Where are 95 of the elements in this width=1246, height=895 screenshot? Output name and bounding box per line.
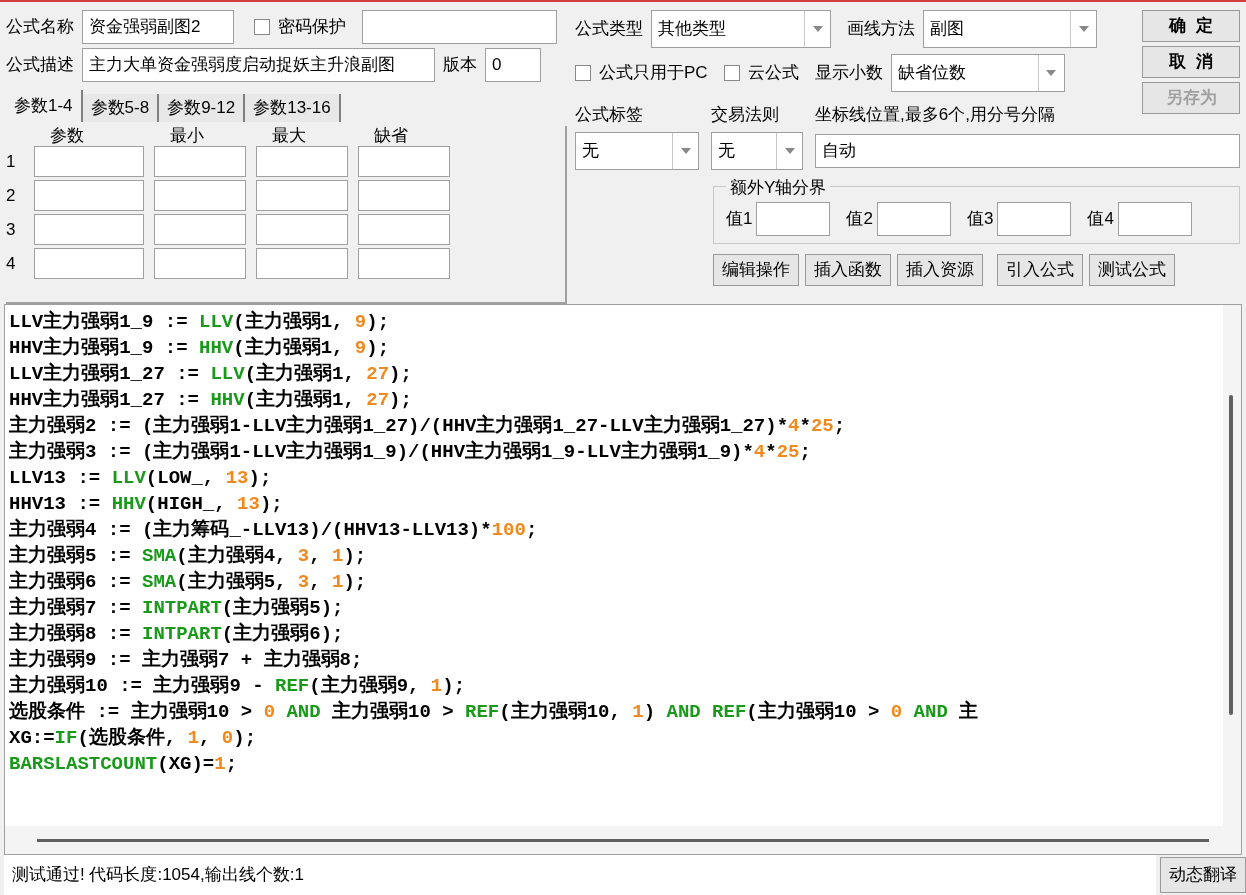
y-value-field[interactable] [997,201,1072,236]
field-label: 画线方法 [847,18,915,41]
parameter-field[interactable] [256,180,348,211]
parameter-field[interactable] [256,146,348,177]
field-label: 公式名称 [6,16,74,39]
checkbox-label: 云公式 [747,62,799,85]
formula-description-field[interactable]: 主力大单资金强弱度启动捉妖主升浪副图 [82,48,435,82]
row-number: 3 [6,218,17,241]
version-field[interactable]: 0 [485,48,541,82]
code-line: HHV13 := HHV(HIGH_, 13); [9,492,283,517]
dropdown-arrow-icon [1078,26,1089,32]
field-label: 公式描述 [6,54,74,77]
action-button[interactable]: 插入函数 [805,253,891,286]
code-line: 主力强弱2 := (主力强弱1-LLV主力强弱1_27)/(HHV主力强弱1_27-LLV主力强弱1_27)*4*25; [9,413,846,439]
checkbox-label: 公式只用于PC [599,62,708,85]
y-value-field[interactable] [756,201,831,236]
action-button[interactable]: 引入公式 [997,253,1083,286]
action-button[interactable]: 测试公式 [1089,253,1175,286]
checkbox[interactable] [723,65,740,81]
formula-name-field[interactable]: 资金强弱副图2 [82,10,234,44]
tag-dropdown[interactable]: 无 [575,131,699,170]
field-label: 值1 [726,207,753,230]
code-line: 主力强弱7 := INTPART(主力强弱5); [9,595,344,621]
dropdown-arrow-icon [680,147,691,154]
code-line: 主力强弱8 := INTPART(主力强弱6); [9,621,344,647]
parameter-field[interactable] [34,180,144,211]
field-label: 交易法则 [711,104,780,126]
parameter-field[interactable] [34,146,144,177]
y-value-field[interactable] [876,201,951,236]
parameter-field[interactable] [154,214,246,245]
field-label: 值4 [1087,207,1114,230]
parameter-field[interactable] [154,248,246,279]
code-line: HHV主力强弱1_27 := HHV(主力强弱1, 27); [9,387,412,413]
row-number: 4 [6,252,17,275]
field-label: 值3 [966,207,994,230]
parameter-field[interactable] [358,180,450,211]
dropdown-arrow-icon [812,26,823,32]
formula-type-dropdown[interactable]: 其他类型 [651,10,831,48]
field-label: 显示小数 [814,62,883,85]
parameter-field[interactable] [358,146,450,177]
checkbox-label: 密码保护 [278,16,346,39]
translate-button[interactable]: 动态翻译 [1160,857,1246,893]
action-button[interactable]: 插入资源 [897,253,983,286]
code-line: 主力强弱5 := SMA(主力强弱4, 3, 1); [9,543,367,569]
dialog-button[interactable]: 确 定 [1142,10,1240,42]
parameter-field[interactable] [358,214,450,245]
code-line: 主力强弱4 := (主力筹码_-LLV13)/(HHV13-LLV13)*100; [9,517,538,543]
code-line: 主力强弱6 := SMA(主力强弱5, 3, 1); [9,569,367,595]
row-number: 1 [6,150,17,173]
code-line: HHV主力强弱1_9 := HHV(主力强弱1, 9); [9,335,390,361]
field-label: 值2 [846,207,873,230]
code-line: 选股条件 := 主力强弱10 > 0 AND 主力强弱10 > REF(主力强弱10, 1) AND REF(主力强弱10 > 0 AND 主 [9,699,979,725]
code-line: 主力强弱3 := (主力强弱1-LLV主力强弱1_9)/(HHV主力强弱1_9-LLV主力强弱1_9)*4*25; [9,439,811,465]
status-text: 测试通过! 代码长度:1054,输出线个数:1 [4,855,1156,895]
dropdown-arrow-icon [784,147,795,154]
parameter-field[interactable] [34,214,144,245]
column-header: 缺省 [373,126,409,146]
dialog-button[interactable]: 取 消 [1142,46,1240,78]
code-line: 主力强弱10 := 主力强弱9 - REF(主力强弱9, 1); [9,673,466,699]
password-field[interactable] [362,10,557,44]
field-label: 坐标线位置,最多6个,用分号分隔 [815,104,1055,126]
column-header: 最小 [169,126,205,146]
code-line: 主力强弱9 := 主力强弱7 + 主力强弱8; [9,647,363,673]
code-line: LLV主力强弱1_9 := LLV(主力强弱1, 9); [9,309,390,335]
parameter-field[interactable] [34,248,144,279]
row-number: 2 [6,184,17,207]
field-label: 版本 [443,54,477,77]
tab[interactable]: 参数13-16 [245,94,341,122]
tab[interactable]: 参数9-12 [159,94,246,122]
column-header: 最大 [271,126,307,146]
code-line: LLV13 := LLV(LOW_, 13); [9,466,272,491]
code-line: BARSLASTCOUNT(XG)=1; [9,752,238,777]
code-line: XG:=IF(选股条件, 1, 0); [9,726,257,751]
parameter-field[interactable] [154,146,246,177]
decimals-dropdown[interactable]: 缺省位数 [890,54,1065,92]
field-label: 公式类型 [575,18,643,41]
parameter-field[interactable] [256,248,348,279]
parameter-field[interactable] [154,180,246,211]
draw-method-dropdown[interactable]: 副图 [923,10,1097,48]
parameter-field[interactable] [256,214,348,245]
action-button[interactable]: 编辑操作 [713,253,799,286]
horizontal-scrollbar[interactable] [5,826,1241,854]
scrollbar-thumb[interactable] [1229,395,1233,715]
axis-position-field[interactable]: 自动 [815,133,1240,168]
parameter-field[interactable] [358,248,450,279]
trade-rule-dropdown[interactable]: 无 [711,131,803,170]
field-label: 公式标签 [575,104,644,126]
dropdown-arrow-icon [1046,70,1057,76]
tab[interactable]: 参数5-8 [82,94,160,122]
checkbox[interactable] [575,65,591,81]
checkbox[interactable] [254,19,270,35]
y-value-field[interactable] [1117,201,1192,236]
vertical-scrollbar[interactable] [1223,305,1241,826]
code-line: LLV主力强弱1_27 := LLV(主力强弱1, 27); [9,361,412,387]
column-header: 参数 [49,126,85,146]
